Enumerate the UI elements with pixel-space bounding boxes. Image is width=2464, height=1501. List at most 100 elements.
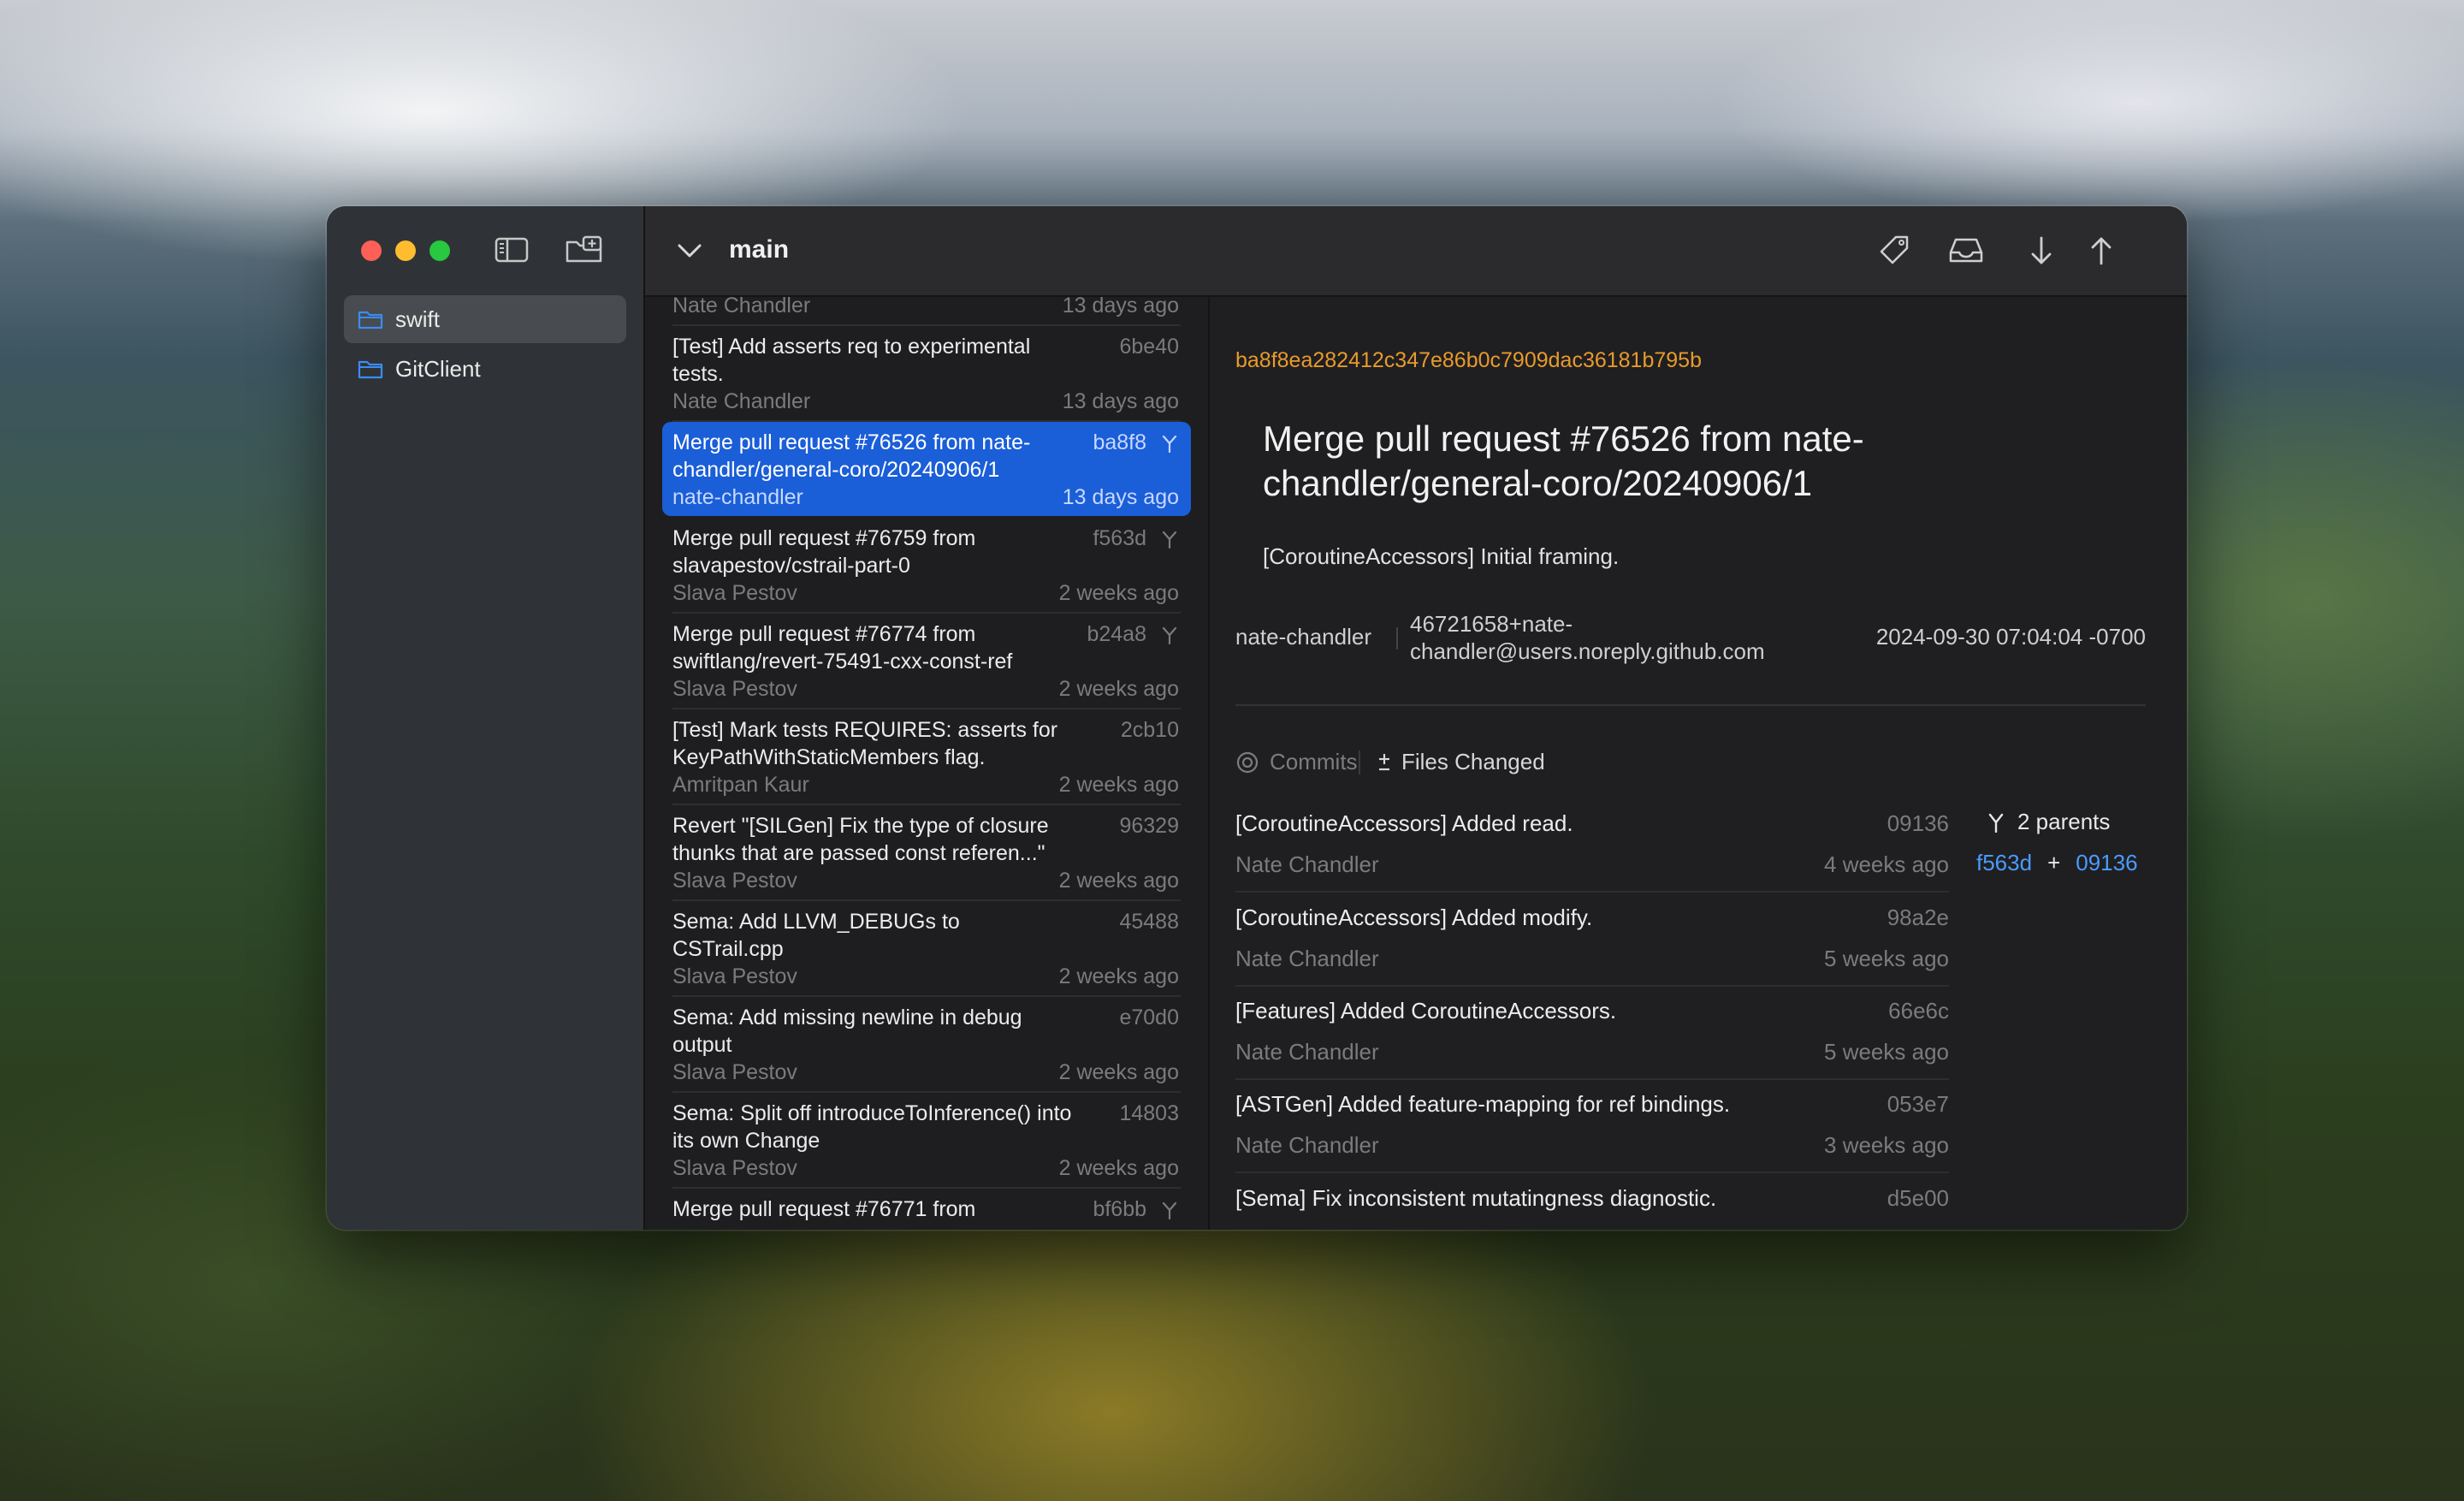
commit-author: Slava Pestov	[672, 1156, 797, 1180]
tag-icon	[1880, 235, 1909, 264]
commit-time: 13 days ago	[1062, 485, 1179, 509]
commit-time: 13 days ago	[1062, 389, 1179, 413]
sidebar-icon	[495, 237, 529, 263]
sub-commit-row[interactable]: [ASTGen] Added feature-mapping for ref b…	[1235, 1089, 1949, 1182]
commit-row[interactable]: Sema: Add LLVM_DEBUGs to CSTrail.cpp 454…	[662, 901, 1191, 997]
push-button[interactable]	[2082, 232, 2120, 270]
commit-time: 2 weeks ago	[1058, 773, 1179, 797]
commit-row[interactable]: [Test] Add asserts req to experimental t…	[662, 326, 1191, 422]
merge-icon	[1162, 435, 1177, 453]
commit-row[interactable]: [Test] Mark tests REQUIRES: asserts for …	[662, 709, 1191, 805]
parent-links: f563d + 09136	[1976, 850, 2138, 876]
commit-detail-pane: ba8f8ea282412c347e86b0c7909dac36181b795b…	[1210, 297, 2187, 1230]
commit-date: 2024-09-30 07:04:04 -0700	[1875, 624, 2146, 650]
parent-link[interactable]: f563d	[1976, 850, 2032, 876]
commit-message: [Test] Add asserts req to experimental t…	[672, 335, 1031, 386]
parent-link[interactable]: 09136	[2076, 850, 2137, 876]
commit-time: 2 weeks ago	[1058, 1060, 1179, 1084]
commit-message: Sema: Add LLVM_DEBUGs to CSTrail.cpp	[672, 910, 960, 961]
commit-author: Nate Chandler	[1235, 851, 1379, 877]
repository-list: swift GitClient	[344, 295, 626, 395]
folder-add-icon	[566, 235, 602, 263]
zoom-window-button[interactable]	[429, 240, 450, 261]
sub-commit-row[interactable]: [Sema] Fix inconsistent mutatingness dia…	[1235, 1184, 1949, 1230]
add-repository-button[interactable]	[565, 232, 604, 268]
commit-author: Slava Pestov	[672, 1060, 797, 1084]
commit-hash: 09136	[1886, 810, 1949, 836]
commit-row[interactable]: Merge pull request #76759 from slavapest…	[662, 518, 1191, 614]
commit-circle-icon	[1236, 751, 1259, 773]
sub-commit-row[interactable]: [Features] Added CoroutineAccessors. 66e…	[1235, 996, 1949, 1089]
sub-commit-row[interactable]: [CoroutineAccessors] Added read. 09136 N…	[1235, 809, 1949, 901]
commit-message: Merge pull request #76774 from swiftlang…	[672, 622, 1013, 673]
close-window-button[interactable]	[361, 240, 382, 261]
commit-row[interactable]: Revert "[SILGen] Fix the type of closure…	[662, 805, 1191, 901]
commit-hash: 45488	[1119, 910, 1179, 934]
commit-author: Nate Chandler	[672, 389, 811, 413]
commit-author: Slava Pestov	[672, 869, 797, 893]
commit-message: Sema: Add missing newline in debug outpu…	[672, 1006, 1022, 1057]
commit-hash: e70d0	[1119, 1006, 1179, 1029]
folder-icon	[358, 311, 383, 329]
divider	[1396, 627, 1398, 650]
merge-icon	[1162, 1201, 1177, 1219]
tab-files-changed[interactable]: Files Changed	[1376, 749, 1545, 775]
commit-hash: 96329	[1119, 814, 1179, 838]
tab-commits[interactable]: Commits	[1235, 749, 1358, 775]
commit-row-selected[interactable]: Merge pull request #76526 from nate-chan…	[662, 422, 1191, 516]
parents-label: 2 parents	[1987, 809, 2110, 835]
merge-icon	[1162, 626, 1177, 644]
commit-hash: bf6bb	[1093, 1197, 1146, 1221]
tab-label: Commits	[1270, 749, 1358, 774]
pull-button[interactable]	[2023, 232, 2060, 270]
commit-author: Slava Pestov	[672, 581, 797, 605]
commit-message: Merge pull request #76771 from	[672, 1197, 976, 1221]
commit-hash: d5e00	[1886, 1185, 1949, 1211]
full-commit-hash[interactable]: ba8f8ea282412c347e86b0c7909dac36181b795b	[1235, 348, 1702, 373]
commit-message: [Features] Added CoroutineAccessors.	[1235, 998, 1617, 1023]
tab-divider	[1359, 750, 1360, 774]
toolbar: main	[645, 206, 2187, 297]
repository-item-gitclient[interactable]: GitClient	[344, 345, 626, 393]
commit-list: Nate Chandler 13 days ago [Test] Add ass…	[645, 297, 1210, 1230]
commit-row[interactable]: Merge pull request #76774 from swiftlang…	[662, 614, 1191, 709]
commit-row[interactable]: Sema: Add missing newline in debug outpu…	[662, 997, 1191, 1093]
commit-message: Sema: Split off introduceToInference() i…	[672, 1101, 1072, 1153]
commit-time: 2 weeks ago	[1058, 581, 1179, 605]
commit-message: Merge pull request #76526 from nate-chan…	[672, 430, 1031, 482]
tag-button[interactable]	[1875, 232, 1913, 270]
commit-time: 2 weeks ago	[1058, 1156, 1179, 1180]
row-divider	[1235, 985, 1949, 987]
commit-time: 5 weeks ago	[1824, 946, 1949, 971]
commit-row[interactable]: Merge pull request #76771 from bf6bb	[662, 1189, 1191, 1230]
commit-author: Nate Chandler	[1235, 946, 1379, 971]
sidebar: swift GitClient	[327, 206, 645, 1230]
stash-button[interactable]	[1947, 232, 1985, 270]
plus-minus-icon	[1379, 753, 1389, 770]
commit-hash: ba8f8	[1093, 430, 1146, 454]
commit-title: Merge pull request #76526 from nate-chan…	[1263, 418, 1864, 503]
repository-item-swift[interactable]: swift	[344, 295, 626, 343]
tray-icon	[1949, 238, 1983, 263]
commit-hash: 6be40	[1119, 335, 1179, 359]
commit-row[interactable]: Sema: Split off introduceToInference() i…	[662, 1093, 1191, 1189]
repository-name: GitClient	[395, 355, 481, 382]
toggle-sidebar-button[interactable]	[492, 232, 531, 268]
sub-commit-row[interactable]: [CoroutineAccessors] Added modify. 98a2e…	[1235, 903, 1949, 995]
branch-selector-button[interactable]	[676, 237, 703, 264]
commit-author: nate-chandler	[1235, 624, 1371, 650]
row-divider	[1235, 1172, 1949, 1173]
commit-hash: b24a8	[1087, 622, 1146, 646]
commit-hash: 66e6c	[1888, 998, 1949, 1023]
commit-message: [CoroutineAccessors] Added read.	[1235, 810, 1573, 836]
app-window: swift GitClient main Nate Chandler 13 da…	[327, 206, 2187, 1230]
commit-author: nate-chandler	[672, 485, 803, 509]
arrow-up-icon	[2091, 237, 2112, 265]
commit-message: [Sema] Fix inconsistent mutatingness dia…	[1235, 1185, 1717, 1211]
commit-time: 4 weeks ago	[1824, 851, 1949, 877]
minimize-window-button[interactable]	[395, 240, 416, 261]
branch-name[interactable]: main	[729, 235, 789, 264]
commit-row[interactable]: Nate Chandler 13 days ago	[662, 297, 1191, 326]
commit-message: [Test] Mark tests REQUIRES: asserts for …	[672, 718, 1058, 769]
commit-time: 13 days ago	[1062, 297, 1179, 317]
